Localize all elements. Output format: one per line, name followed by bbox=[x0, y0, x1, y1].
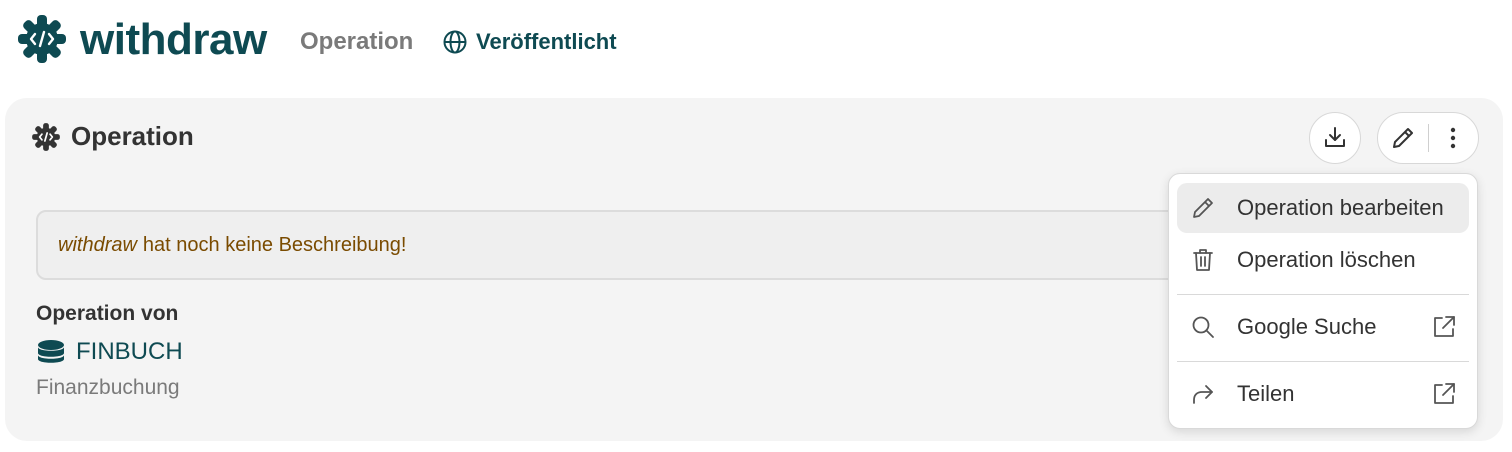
actions-dropdown-menu: Operation bearbeiten Operation löschen G… bbox=[1168, 173, 1478, 429]
menu-divider bbox=[1177, 361, 1469, 362]
missing-description-alert: withdraw hat noch keine Beschreibung! bbox=[36, 210, 1186, 280]
page-title: withdraw bbox=[80, 15, 267, 64]
menu-item-share[interactable]: Teilen bbox=[1177, 369, 1469, 419]
page-header: withdraw Operation Veröffentlicht bbox=[0, 0, 1512, 90]
menu-item-delete-operation[interactable]: Operation löschen bbox=[1177, 235, 1469, 285]
menu-item-edit-operation[interactable]: Operation bearbeiten bbox=[1177, 183, 1469, 233]
pencil-icon bbox=[1392, 128, 1413, 148]
edit-button[interactable] bbox=[1378, 113, 1428, 163]
entity-type-label: Operation bbox=[300, 28, 414, 55]
database-icon bbox=[38, 340, 64, 363]
share-icon bbox=[1193, 385, 1213, 404]
description-message: hat noch keine Beschreibung! bbox=[142, 233, 407, 256]
operation-name: withdraw bbox=[58, 233, 137, 256]
menu-item-label: Google Suche bbox=[1237, 314, 1377, 339]
menu-divider bbox=[1177, 294, 1469, 295]
globe-icon bbox=[443, 30, 467, 54]
edit-actions-group bbox=[1377, 112, 1479, 164]
search-icon bbox=[1192, 316, 1214, 338]
owner-link[interactable]: FINBUCH bbox=[36, 338, 183, 366]
card-title: Operation bbox=[71, 121, 194, 151]
status-badge: Veröffentlicht bbox=[442, 28, 617, 56]
menu-item-google-search[interactable]: Google Suche bbox=[1177, 302, 1469, 352]
menu-item-label: Operation löschen bbox=[1237, 247, 1416, 272]
external-link-icon bbox=[1434, 383, 1455, 404]
operation-gear-icon bbox=[32, 123, 60, 151]
trash-icon bbox=[1193, 249, 1213, 271]
owner-description: Finanzbuchung bbox=[36, 376, 180, 399]
pencil-icon bbox=[1193, 198, 1213, 218]
owner-label: Operation von bbox=[36, 302, 179, 325]
download-button[interactable] bbox=[1309, 112, 1361, 164]
status-label: Veröffentlicht bbox=[476, 29, 617, 54]
menu-item-label: Teilen bbox=[1237, 381, 1295, 406]
operation-gear-icon bbox=[18, 15, 66, 63]
external-link-icon bbox=[1434, 316, 1455, 337]
download-icon bbox=[1325, 127, 1345, 147]
more-options-button[interactable] bbox=[1428, 113, 1478, 163]
kebab-menu-icon bbox=[1451, 127, 1456, 149]
menu-item-label: Operation bearbeiten bbox=[1237, 195, 1444, 220]
owner-link-label[interactable]: FINBUCH bbox=[76, 338, 183, 366]
